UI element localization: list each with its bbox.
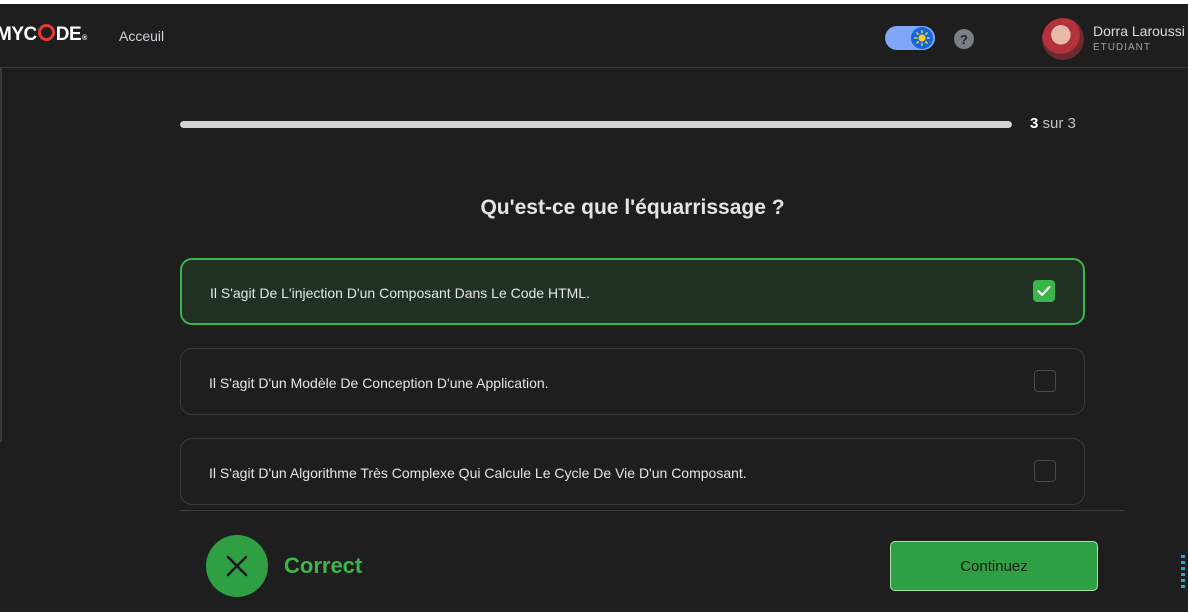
quiz-progress-bar	[180, 121, 1012, 128]
continue-button[interactable]: Continuez	[890, 541, 1098, 591]
nav-home-link[interactable]: Acceuil	[119, 28, 164, 44]
answer-option-label: Il S'agit De L'injection D'un Composant …	[210, 285, 590, 301]
progress-total: 3	[1067, 115, 1076, 132]
footer-divider	[180, 510, 1124, 511]
scroll-indicator[interactable]	[1181, 555, 1185, 591]
answer-checkbox[interactable]	[1034, 370, 1056, 392]
quiz-progress-fill	[180, 121, 1012, 128]
avatar[interactable]	[1042, 18, 1084, 60]
help-icon[interactable]: ?	[954, 29, 974, 49]
answer-option-3[interactable]: Il S'agit D'un Algorithme Très Complexe …	[180, 438, 1085, 505]
sun-icon	[911, 27, 933, 49]
left-sidebar-edge	[0, 68, 2, 442]
logo-o-mark	[37, 24, 55, 41]
progress-separator: sur	[1042, 115, 1064, 132]
user-role: ETUDIANT	[1093, 42, 1151, 53]
logo[interactable]: MYC DE®	[0, 24, 87, 46]
top-bar: MYC DE® Acceuil ? Dorra Laroussi ETUDIANT	[0, 0, 1188, 68]
progress-current: 3	[1030, 115, 1039, 132]
check-icon	[1037, 285, 1051, 296]
close-icon	[206, 535, 268, 597]
answer-checkbox[interactable]	[1034, 460, 1056, 482]
answer-option-label: Il S'agit D'un Algorithme Très Complexe …	[209, 465, 747, 481]
answer-checkbox-checked[interactable]	[1033, 280, 1055, 302]
user-name[interactable]: Dorra Laroussi	[1093, 23, 1185, 39]
theme-toggle[interactable]	[885, 26, 935, 50]
question-title: Qu'est-ce que l'équarrissage ?	[480, 196, 785, 219]
answer-option-label: Il S'agit D'un Modèle De Conception D'un…	[209, 375, 549, 391]
progress-label: 3 sur 3	[1030, 115, 1076, 132]
result-text: Correct	[284, 553, 363, 578]
answer-option-1[interactable]: Il S'agit De L'injection D'un Composant …	[180, 258, 1085, 325]
answer-option-2[interactable]: Il S'agit D'un Modèle De Conception D'un…	[180, 348, 1085, 415]
